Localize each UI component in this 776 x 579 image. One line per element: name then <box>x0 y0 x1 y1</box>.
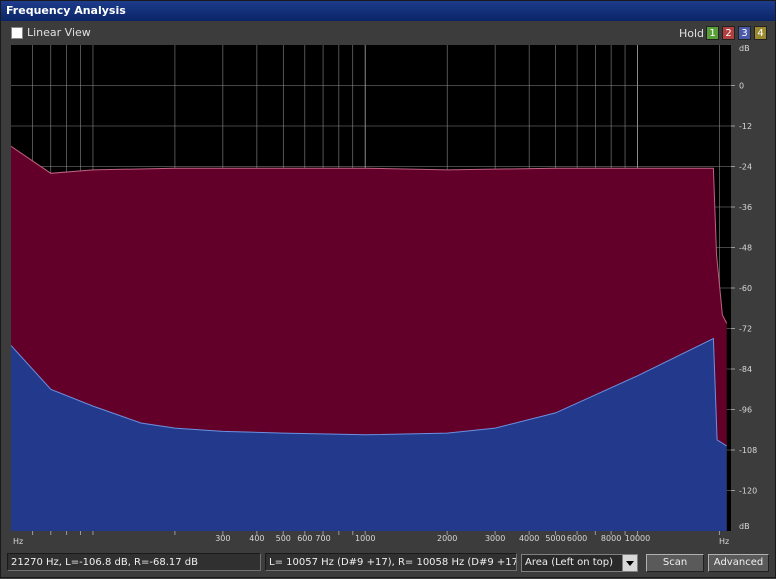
hold-label: Hold <box>679 27 705 40</box>
advanced-button[interactable]: Advanced <box>708 554 769 572</box>
toolbar <box>1 21 775 45</box>
y-tick-label: -12 <box>739 122 752 131</box>
x-tick-label: 500 <box>276 534 291 543</box>
y-tick-label: -84 <box>739 365 752 374</box>
hold-button-1[interactable]: 1 <box>706 26 719 40</box>
y-tick-label: -36 <box>739 203 752 212</box>
cursor-readout: 21270 Hz, L=-106.8 dB, R=-68.17 dB <box>7 553 261 571</box>
y-tick-label: -60 <box>739 284 752 293</box>
y-tick-label: -72 <box>739 325 752 334</box>
scan-button[interactable]: Scan <box>646 554 704 572</box>
x-tick-label: 8000 <box>601 534 621 543</box>
view-mode-select[interactable]: Area (Left on top) <box>521 554 638 572</box>
view-mode-value: Area (Left on top) <box>525 557 614 568</box>
x-tick-label: 4000 <box>519 534 539 543</box>
x-tick-label: 5000 <box>545 534 565 543</box>
y-tick-label: -24 <box>739 163 752 172</box>
chevron-down-icon[interactable] <box>622 555 637 571</box>
x-unit-label-right: Hz <box>719 537 729 546</box>
y-tick-label: -48 <box>739 244 752 253</box>
hold-button-2[interactable]: 2 <box>722 26 735 40</box>
y-unit-label-bottom: dB <box>739 522 750 531</box>
x-tick-label: 600 <box>297 534 312 543</box>
x-tick-label: 2000 <box>437 534 457 543</box>
hold-button-3[interactable]: 3 <box>738 26 751 40</box>
x-tick-label: 400 <box>249 534 264 543</box>
x-unit-label-left: Hz <box>13 537 23 546</box>
y-tick-label: -96 <box>739 406 752 415</box>
title-bar[interactable]: Frequency Analysis <box>1 1 775 21</box>
x-tick-label: 1000 <box>355 534 375 543</box>
y-tick-label: -108 <box>739 446 757 455</box>
x-tick-label: 300 <box>215 534 230 543</box>
y-tick-label: 0 <box>739 82 744 91</box>
frequency-plot[interactable] <box>11 45 731 531</box>
peak-readout: L= 10057 Hz (D#9 +17), R= 10058 Hz (D#9 … <box>265 553 517 571</box>
linear-view-label[interactable]: Linear View <box>27 26 91 39</box>
x-tick-label: 6000 <box>567 534 587 543</box>
x-tick-label: 10000 <box>625 534 650 543</box>
frequency-analysis-window: Frequency Analysis Linear View Hold 1234… <box>0 0 776 578</box>
linear-view-checkbox[interactable] <box>11 27 23 39</box>
hold-button-4[interactable]: 4 <box>754 26 767 40</box>
y-unit-label-top: dB <box>739 44 750 53</box>
x-tick-label: 700 <box>315 534 330 543</box>
window-title: Frequency Analysis <box>6 4 126 17</box>
y-tick-label: -120 <box>739 487 757 496</box>
x-tick-label: 3000 <box>485 534 505 543</box>
